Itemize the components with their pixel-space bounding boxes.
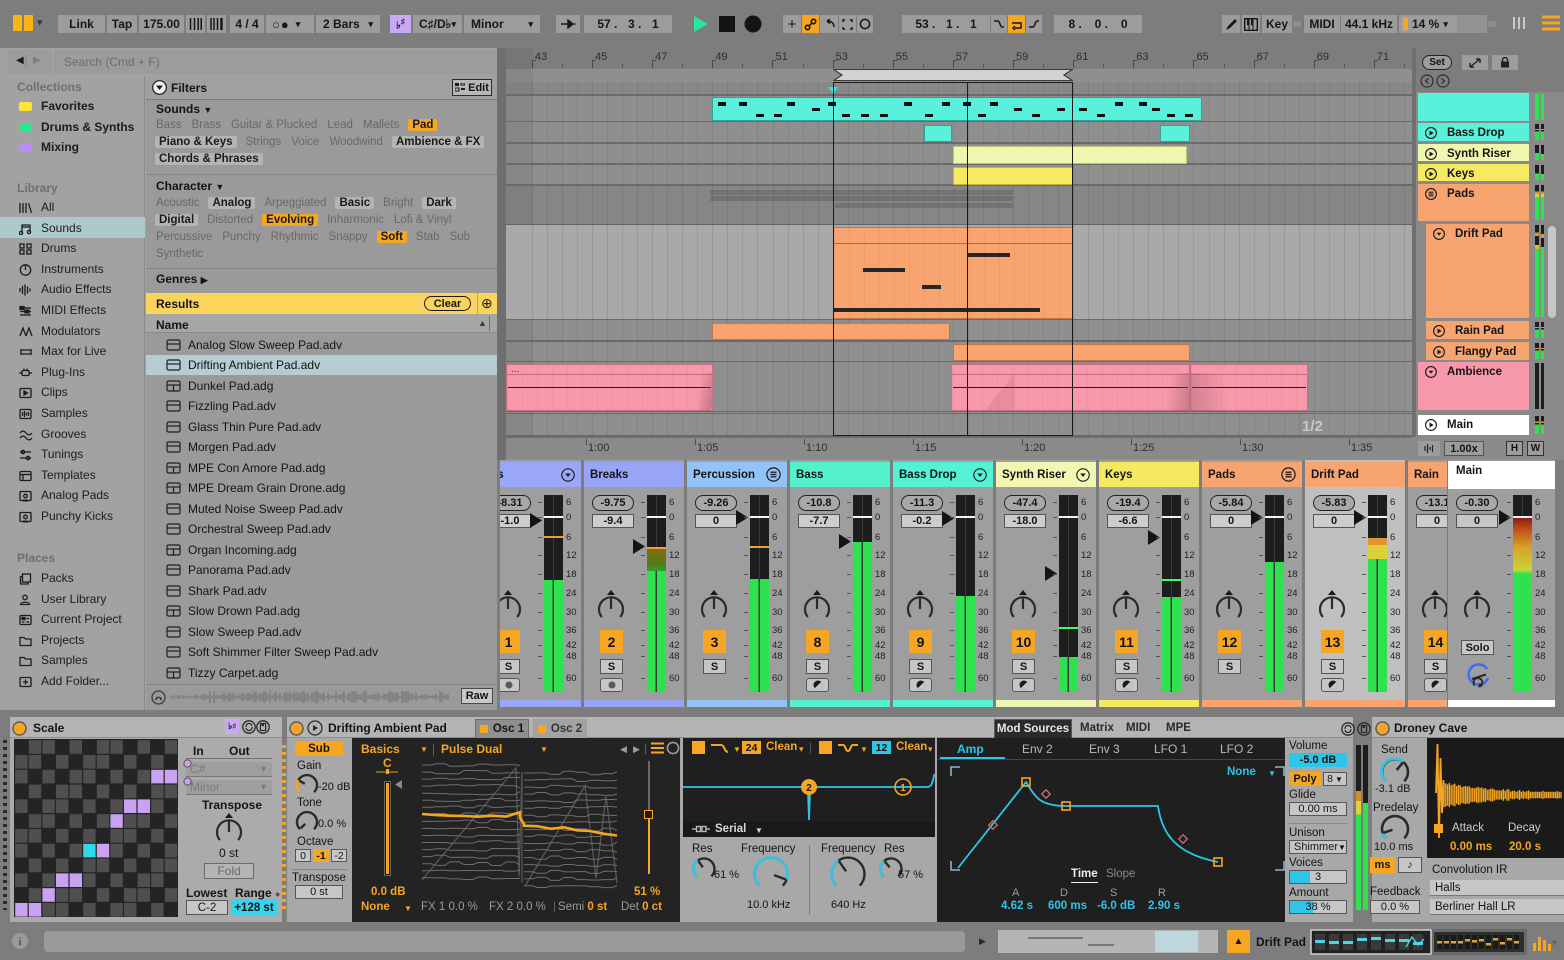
svg-text:1: 1: [900, 783, 906, 794]
svg-text:i: i: [18, 936, 21, 948]
svg-text:2: 2: [806, 783, 812, 794]
